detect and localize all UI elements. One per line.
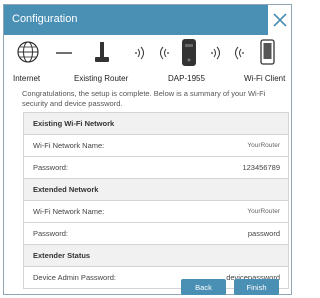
completion-message: Congratulations, the setup is complete. …: [22, 89, 266, 108]
back-button[interactable]: Back: [181, 279, 226, 295]
extender-label: DAP-1955: [168, 74, 205, 83]
close-icon: [273, 13, 287, 27]
close-button[interactable]: [268, 7, 292, 33]
router-label: Existing Router: [74, 74, 129, 83]
dialog-title: Configuration: [12, 13, 78, 25]
phone-icon: [260, 39, 275, 65]
section-header-extended-network: Extended Network: [23, 179, 289, 201]
configuration-dialog: Configuration Internet Existing Router D…: [3, 4, 292, 295]
extended-ssid-value: YourRouter: [247, 208, 280, 215]
finish-button[interactable]: Finish: [234, 279, 279, 295]
network-topology: Internet Existing Router DAP-1955 Wi-Fi …: [4, 37, 291, 87]
existing-password-value: 123456789: [242, 163, 280, 172]
wifi-signal-icon: [235, 46, 244, 60]
summary-table: Existing Wi-Fi Network Wi-Fi Network Nam…: [23, 112, 289, 289]
existing-password-label: Password:: [33, 163, 69, 172]
extended-ssid-label: Wi-Fi Network Name:: [33, 207, 105, 216]
globe-icon: [17, 41, 39, 63]
existing-ssid-label: Wi-Fi Network Name:: [33, 141, 105, 150]
admin-password-label: Device Admin Password:: [33, 273, 116, 282]
section-header-extender-status: Extender Status: [23, 245, 289, 267]
extender-icon: [182, 39, 196, 66]
wifi-signal-icon: [135, 46, 144, 60]
existing-ssid-value: YourRouter: [247, 142, 280, 149]
extended-password-value: password: [247, 229, 280, 238]
wifi-signal-icon: [211, 46, 220, 60]
extended-password-label: Password:: [33, 229, 69, 238]
internet-label: Internet: [13, 74, 41, 83]
existing-password-row: Password: 123456789: [23, 157, 289, 179]
extended-ssid-row: Wi-Fi Network Name: YourRouter: [23, 201, 289, 223]
client-label: Wi-Fi Client: [244, 74, 286, 83]
router-icon: [95, 42, 109, 62]
wifi-signal-icon: [160, 46, 169, 60]
existing-ssid-row: Wi-Fi Network Name: YourRouter: [23, 135, 289, 157]
title-bar: Configuration: [4, 5, 268, 35]
section-header-existing-network: Existing Wi-Fi Network: [23, 113, 289, 135]
extended-password-row: Password: password: [23, 223, 289, 245]
